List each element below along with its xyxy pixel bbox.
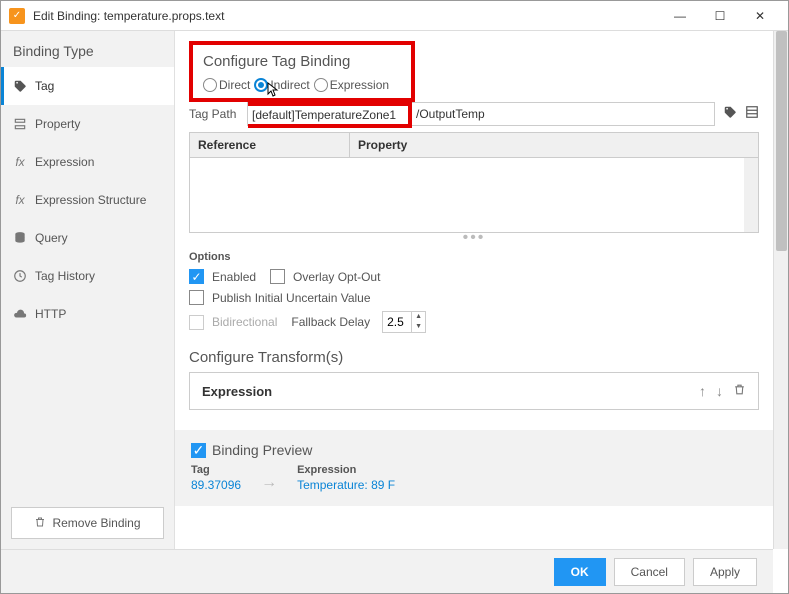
tag-icon	[13, 79, 27, 93]
radio-icon	[314, 78, 328, 92]
transform-expression-row[interactable]: Expression ↑ ↓	[189, 372, 759, 410]
preview-expr-value: Temperature: 89 F	[297, 478, 395, 492]
fx-icon: fx	[13, 155, 27, 169]
apply-button[interactable]: Apply	[693, 558, 757, 586]
section-title: Configure Tag Binding	[203, 53, 401, 70]
sidebar-item-tag-history[interactable]: Tag History	[1, 257, 174, 295]
close-button[interactable]: ✕	[740, 4, 780, 28]
move-up-icon[interactable]: ↑	[699, 383, 706, 399]
sidebar-item-query[interactable]: Query	[1, 219, 174, 257]
sidebar-label: Expression	[35, 155, 94, 169]
enabled-label: Enabled	[212, 270, 256, 284]
spinner-up-icon[interactable]: ▲	[412, 312, 425, 322]
sidebar-label: HTTP	[35, 307, 66, 321]
preview-expr-label: Expression	[297, 464, 395, 476]
arrow-icon: →	[261, 474, 277, 492]
bidirectional-checkbox	[189, 315, 204, 330]
property-icon	[13, 117, 27, 131]
sidebar-item-tag[interactable]: Tag	[1, 67, 174, 105]
tag-path-label: Tag Path	[189, 107, 247, 121]
main-panel: Configure Tag Binding Direct Indirect	[175, 31, 773, 549]
radio-direct[interactable]: Direct	[203, 78, 250, 92]
title-bar: ✓ Edit Binding: temperature.props.text —…	[1, 1, 788, 31]
footer-bar: OK Cancel Apply	[1, 549, 773, 593]
tag-path-prefix-highlight: [default]TemperatureZone1	[248, 102, 412, 128]
tag-path-input-wrap[interactable]: [default]TemperatureZone1	[247, 102, 715, 126]
sidebar: Binding Type Tag Property fx Expression	[1, 31, 175, 549]
enabled-checkbox[interactable]: ✓	[189, 269, 204, 284]
maximize-button[interactable]: ☐	[700, 4, 740, 28]
window-controls: — ☐ ✕	[660, 4, 780, 28]
sidebar-label: Expression Structure	[35, 193, 146, 207]
reference-body[interactable]	[190, 158, 758, 232]
trash-icon	[34, 516, 46, 531]
preview-enabled-checkbox[interactable]: ✓	[191, 443, 206, 458]
sidebar-heading: Binding Type	[1, 31, 174, 67]
col-property: Property	[350, 133, 758, 157]
sidebar-item-http[interactable]: HTTP	[1, 295, 174, 333]
fx-icon: fx	[13, 193, 27, 207]
preview-tag-label: Tag	[191, 464, 241, 476]
radio-label: Direct	[219, 78, 250, 92]
fallback-label: Fallback Delay	[291, 315, 370, 329]
main-scrollbar[interactable]	[773, 31, 788, 549]
radio-label: Indirect	[270, 78, 309, 92]
remove-label: Remove Binding	[52, 516, 140, 530]
cancel-button[interactable]: Cancel	[614, 558, 685, 586]
sidebar-label: Tag	[35, 79, 54, 93]
publish-label: Publish Initial Uncertain Value	[212, 291, 371, 305]
move-down-icon[interactable]: ↓	[716, 383, 723, 399]
options-title: Options	[189, 251, 759, 263]
radio-icon-selected	[254, 78, 268, 92]
transform-label: Expression	[202, 384, 272, 399]
remove-binding-button[interactable]: Remove Binding	[11, 507, 164, 539]
sidebar-label: Property	[35, 117, 80, 131]
bidirectional-label: Bidirectional	[212, 315, 277, 329]
minimize-button[interactable]: —	[660, 4, 700, 28]
scrollbar-thumb[interactable]	[776, 31, 787, 251]
sidebar-item-property[interactable]: Property	[1, 105, 174, 143]
window-title: Edit Binding: temperature.props.text	[33, 9, 224, 23]
preview-tag-value: 89.37096	[191, 478, 241, 492]
overlay-optout-checkbox[interactable]	[270, 269, 285, 284]
highlight-box: Configure Tag Binding Direct Indirect	[189, 41, 415, 102]
table-scrollbar[interactable]	[744, 158, 758, 232]
sidebar-label: Query	[35, 231, 68, 245]
radio-icon	[203, 78, 217, 92]
radio-indirect[interactable]: Indirect	[254, 78, 309, 92]
publish-initial-checkbox[interactable]	[189, 290, 204, 305]
history-icon	[13, 269, 27, 283]
spinner-down-icon[interactable]: ▼	[412, 322, 425, 332]
sidebar-item-expression-structure[interactable]: fx Expression Structure	[1, 181, 174, 219]
radio-expression[interactable]: Expression	[314, 78, 389, 92]
transforms-title: Configure Transform(s)	[189, 349, 759, 366]
reference-table: Reference Property	[189, 132, 759, 233]
fallback-input[interactable]	[383, 315, 411, 329]
app-icon: ✓	[9, 8, 25, 24]
col-reference: Reference	[190, 133, 350, 157]
radio-label: Expression	[330, 78, 389, 92]
binding-preview-section: ✓ Binding Preview Tag 89.37096 → Express…	[175, 430, 773, 506]
cloud-icon	[13, 307, 27, 321]
fallback-delay-spinner[interactable]: ▲▼	[382, 311, 426, 333]
tag-path-row: Tag Path [default]TemperatureZone1	[189, 102, 759, 126]
delete-transform-icon[interactable]	[733, 383, 746, 399]
database-icon	[13, 231, 27, 245]
sidebar-item-expression[interactable]: fx Expression	[1, 143, 174, 181]
ok-button[interactable]: OK	[554, 558, 606, 586]
preview-title: Binding Preview	[212, 442, 312, 458]
drag-handle-icon[interactable]: •••	[189, 233, 759, 247]
overlay-label: Overlay Opt-Out	[293, 270, 380, 284]
sidebar-label: Tag History	[35, 269, 95, 283]
